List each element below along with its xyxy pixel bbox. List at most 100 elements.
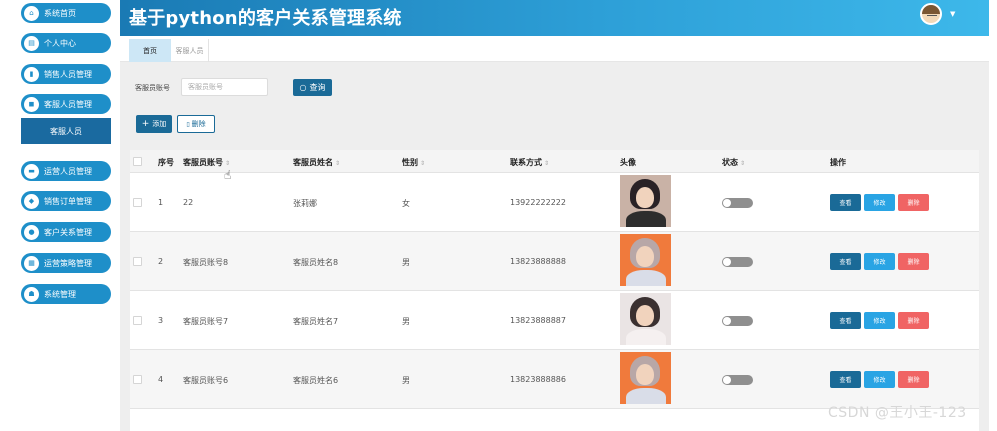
cell-phone: 13823888888 [510, 257, 566, 266]
sidebar-item-home[interactable]: ⌂ 系统首页 [21, 3, 111, 23]
account-search-input[interactable]: 客服员账号 [181, 78, 268, 96]
watermark-text: CSDN @王小王-123 [828, 405, 967, 421]
sort-icon[interactable]: ⇕ [335, 160, 340, 167]
sidebar-item-label: 系统首页 [44, 8, 76, 18]
avatar-photo [620, 175, 671, 227]
batch-delete-button[interactable]: ▯ 删除 [177, 115, 215, 133]
trash-icon: ▯ [186, 120, 190, 128]
sort-icon[interactable]: ⇕ [740, 160, 745, 167]
cell-account: 客服员账号8 [183, 258, 229, 267]
delete-button-label: 删除 [191, 120, 206, 128]
top-header: 基于python的客户关系管理系统 ▼ [120, 0, 989, 36]
home-icon: ⌂ [24, 5, 39, 21]
edit-button[interactable]: 修改 [864, 371, 895, 388]
photo-face [636, 364, 654, 385]
delete-row-button[interactable]: 删除 [898, 253, 929, 270]
sidebar-item-label: 运营策略管理 [44, 258, 92, 268]
cell-account: 客服员账号6 [183, 376, 229, 385]
column-header[interactable]: 联系方式 ⇕ [510, 157, 549, 168]
document-icon: ▬ [24, 163, 39, 179]
view-button[interactable]: 查看 [830, 253, 861, 270]
cell-phone: 13922222222 [510, 198, 566, 207]
toggle-knob [723, 317, 731, 325]
photo-face [636, 246, 654, 267]
table-row: 2 客服员账号8 客服员姓名8 男 13823888888 查看 修改 删除 [130, 232, 979, 291]
photo-face [636, 187, 654, 208]
tab-service-staff[interactable]: 客服人员 [171, 39, 209, 62]
sort-icon[interactable]: ⇕ [225, 160, 230, 167]
view-button[interactable]: 查看 [830, 194, 861, 211]
app-window: ⌂ 系统首页 ▤ 个人中心 ▮ 销售人员管理 ◼ 客服人员管理 客服人员 ▬ 运营人员管理… [0, 0, 997, 431]
row-checkbox[interactable] [133, 375, 142, 384]
cell-gender: 男 [402, 317, 410, 326]
edit-button[interactable]: 修改 [864, 253, 895, 270]
user-icon: ● [24, 224, 39, 240]
avatar-glasses [927, 15, 937, 17]
query-button-label: 查询 [309, 83, 326, 92]
search-icon: ○ [299, 83, 307, 92]
sidebar-item-sales-orders[interactable]: ◆ 销售订单管理 [21, 191, 111, 211]
view-button[interactable]: 查看 [830, 312, 861, 329]
table-row: 4 客服员账号6 客服员姓名6 男 13823888886 查看 修改 删除 [130, 350, 979, 409]
view-button[interactable]: 查看 [830, 371, 861, 388]
select-all-checkbox[interactable] [133, 157, 142, 166]
query-button[interactable]: ○ 查询 [293, 79, 332, 96]
status-toggle[interactable] [722, 375, 753, 385]
edit-button[interactable]: 修改 [864, 194, 895, 211]
sidebar-item-label: 系统管理 [44, 289, 76, 299]
sidebar-item-operations-strategy[interactable]: ▦ 运营策略管理 [21, 253, 111, 273]
column-header: 头像 [620, 158, 636, 167]
status-toggle[interactable] [722, 257, 753, 267]
edit-button[interactable]: 修改 [864, 312, 895, 329]
user-avatar[interactable] [920, 3, 942, 25]
row-checkbox[interactable] [133, 198, 142, 207]
cell-phone: 13823888887 [510, 316, 566, 325]
mouse-pointer-icon: ☝ [224, 168, 232, 182]
cell-gender: 男 [402, 258, 410, 267]
search-label: 客服员账号 [135, 84, 170, 92]
sidebar-item-profile[interactable]: ▤ 个人中心 [21, 33, 111, 53]
sidebar-item-customer-relations[interactable]: ● 客户关系管理 [21, 222, 111, 242]
row-checkbox[interactable] [133, 316, 142, 325]
cell-index: 2 [158, 257, 164, 266]
sidebar-item-sales-staff[interactable]: ▮ 销售人员管理 [21, 64, 111, 84]
photo-shoulders [626, 329, 666, 345]
status-toggle[interactable] [722, 198, 753, 208]
cell-name: 客服员姓名6 [293, 376, 339, 385]
add-button[interactable]: + 添加 [136, 115, 172, 133]
column-header[interactable]: 性别 ⇕ [402, 157, 425, 168]
delete-row-button[interactable]: 删除 [898, 312, 929, 329]
avatar-photo [620, 352, 671, 404]
toggle-knob [723, 258, 731, 266]
sort-icon[interactable]: ⇕ [544, 160, 549, 167]
cell-name: 客服员姓名7 [293, 317, 339, 326]
sidebar-subitem-label: 客服人员 [50, 126, 82, 136]
settings-icon: ☗ [24, 286, 39, 302]
sidebar-item-label: 个人中心 [44, 38, 76, 48]
cell-index: 4 [158, 375, 164, 384]
cell-name: 张莉娜 [293, 199, 317, 208]
table-header: 序号 客服员账号 ⇕ 客服员姓名 ⇕ 性别 ⇕ 联系方式 ⇕ 头像 状态 ⇕ 操作 [130, 150, 979, 173]
cell-account: 22 [183, 198, 194, 207]
column-header[interactable]: 客服员账号 ⇕ [183, 157, 230, 168]
chevron-down-icon[interactable]: ▼ [950, 10, 955, 18]
delete-row-button[interactable]: 删除 [898, 371, 929, 388]
cell-account: 客服员账号7 [183, 317, 229, 326]
delete-row-button[interactable]: 删除 [898, 194, 929, 211]
sidebar-item-operations-staff[interactable]: ▬ 运营人员管理 [21, 161, 111, 181]
toggle-knob [723, 376, 731, 384]
sort-icon[interactable]: ⇕ [420, 160, 425, 167]
row-checkbox[interactable] [133, 257, 142, 266]
cell-name: 客服员姓名8 [293, 258, 339, 267]
sidebar-item-service-staff[interactable]: ◼ 客服人员管理 [21, 94, 111, 114]
sidebar-item-label: 销售订单管理 [44, 196, 92, 206]
column-header[interactable]: 状态 ⇕ [722, 157, 745, 168]
toggle-knob [723, 199, 731, 207]
column-header[interactable]: 客服员姓名 ⇕ [293, 157, 340, 168]
photo-shoulders [626, 388, 666, 404]
cell-index: 1 [158, 198, 164, 207]
status-toggle[interactable] [722, 316, 753, 326]
tab-home[interactable]: 首页 [129, 39, 171, 62]
sidebar-subitem-service-staff[interactable]: 客服人员 [21, 118, 111, 144]
sidebar-item-system[interactable]: ☗ 系统管理 [21, 284, 111, 304]
